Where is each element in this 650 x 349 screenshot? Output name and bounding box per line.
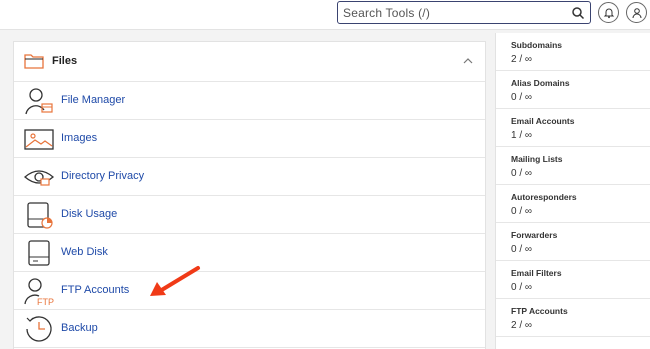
file-manager-item[interactable]: File Manager [14, 82, 485, 120]
images-item[interactable]: Images [14, 120, 485, 158]
directory-privacy-label: Directory Privacy [61, 170, 145, 182]
user-icon [632, 8, 642, 19]
stat-value: 2 / ∞ [511, 54, 533, 65]
search-icon[interactable] [571, 6, 585, 20]
annotation-arrow-icon [150, 266, 200, 296]
stat-name: FTP Accounts [511, 306, 568, 316]
stat-name: Email Filters [511, 268, 562, 278]
stat-forwarders: Forwarders 0 / ∞ [496, 223, 650, 261]
file-manager-icon [25, 88, 53, 115]
ftp-icon: FTP [24, 278, 54, 306]
bell-icon [603, 8, 615, 19]
ftp-accounts-label: FTP Accounts [61, 284, 130, 296]
stat-value: 0 / ∞ [511, 92, 533, 103]
stat-name: Autoresponders [511, 192, 577, 202]
top-bar: Search Tools (/) [0, 0, 650, 30]
disk-usage-label: Disk Usage [61, 208, 118, 220]
stat-value: 1 / ∞ [511, 130, 533, 141]
stat-alias-domains: Alias Domains 0 / ∞ [496, 71, 650, 109]
stat-name: Email Accounts [511, 116, 575, 126]
stat-name: Mailing Lists [511, 154, 563, 164]
chevron-up-icon[interactable] [463, 58, 473, 64]
web-disk-label: Web Disk [61, 246, 108, 258]
stat-name: Subdomains [511, 40, 563, 50]
stat-ftp-accounts: FTP Accounts 2 / ∞ [496, 299, 650, 337]
stat-name: Alias Domains [511, 78, 570, 88]
backup-item[interactable]: Backup [14, 310, 485, 348]
stat-value: 0 / ∞ [511, 206, 533, 217]
file-manager-label: File Manager [61, 94, 126, 106]
stat-value: 0 / ∞ [511, 244, 533, 255]
stat-name: Forwarders [511, 230, 558, 240]
files-panel: Files File Manager Images Directory Priv… [13, 41, 486, 349]
user-menu-button[interactable] [626, 2, 647, 23]
backup-label: Backup [61, 322, 98, 334]
notifications-button[interactable] [598, 2, 619, 23]
images-icon [24, 129, 54, 150]
directory-privacy-item[interactable]: Directory Privacy [14, 158, 485, 196]
web-disk-icon [28, 240, 50, 266]
folder-icon [24, 54, 44, 69]
backup-icon [26, 316, 52, 342]
stat-value: 0 / ∞ [511, 168, 533, 179]
stat-mailing-lists: Mailing Lists 0 / ∞ [496, 147, 650, 185]
stat-value: 0 / ∞ [511, 282, 533, 293]
files-header[interactable]: Files [14, 42, 485, 82]
stat-email-accounts: Email Accounts 1 / ∞ [496, 109, 650, 147]
files-title: Files [52, 55, 78, 67]
stat-email-filters: Email Filters 0 / ∞ [496, 261, 650, 299]
stat-subdomains: Subdomains 2 / ∞ [496, 33, 650, 71]
stat-value: 2 / ∞ [511, 320, 533, 331]
disk-usage-icon [27, 202, 53, 229]
ftp-accounts-item[interactable]: FTP FTP Accounts [14, 272, 485, 310]
images-label: Images [61, 132, 98, 144]
disk-usage-item[interactable]: Disk Usage [14, 196, 485, 234]
search-input[interactable]: Search Tools (/) [337, 1, 591, 24]
web-disk-item[interactable]: Web Disk [14, 234, 485, 272]
eye-icon [24, 170, 54, 186]
stat-autoresponders: Autoresponders 0 / ∞ [496, 185, 650, 223]
search-placeholder: Search Tools (/) [343, 6, 431, 20]
svg-text:FTP: FTP [37, 297, 54, 306]
statistics-panel: Subdomains 2 / ∞ Alias Domains 0 / ∞ Ema… [495, 33, 650, 349]
